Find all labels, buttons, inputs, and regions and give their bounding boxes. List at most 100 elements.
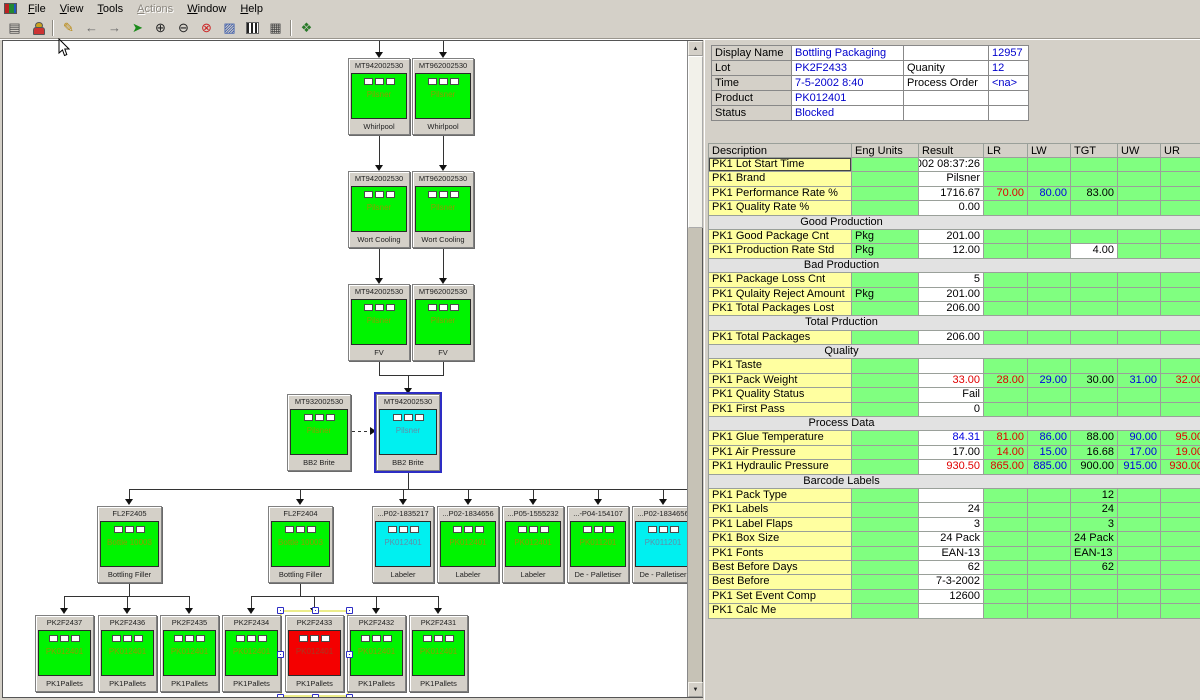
cell-lr[interactable]: [984, 331, 1028, 345]
cell-description[interactable]: PK1 Brand: [708, 172, 852, 186]
node-labeler-1[interactable]: ...P02-1835217PK012401Labeler: [372, 506, 434, 583]
selection-handle[interactable]: [277, 607, 284, 614]
cell-lw[interactable]: [1028, 503, 1071, 517]
cell-eng-units[interactable]: [852, 158, 919, 172]
node-bb2-brite-2[interactable]: MT942002530PilsnerBB2 Brite: [376, 394, 440, 471]
cell-eng-units[interactable]: Pkg: [852, 230, 919, 244]
cell-uw[interactable]: [1118, 503, 1161, 517]
cell-ur[interactable]: [1161, 388, 1200, 402]
cell-description[interactable]: PK1 Taste: [708, 359, 852, 373]
menu-view[interactable]: View: [53, 2, 91, 16]
cell-lr[interactable]: 14.00: [984, 446, 1028, 460]
cell-eng-units[interactable]: [852, 273, 919, 287]
cell-lw[interactable]: [1028, 273, 1071, 287]
node-pallet-pk2f2437[interactable]: PK2F2437PK012401PK1Pallets: [35, 615, 94, 692]
cell-result[interactable]: 24: [919, 503, 984, 517]
cell-eng-units[interactable]: [852, 201, 919, 215]
node-pallet-pk2f2436[interactable]: PK2F2436PK012401PK1Pallets: [98, 615, 157, 692]
cell-lw[interactable]: [1028, 359, 1071, 373]
node-labeler-3[interactable]: ...P05-1555232PK012401Labeler: [502, 506, 564, 583]
cell-lr[interactable]: [984, 302, 1028, 316]
cell-uw[interactable]: [1118, 403, 1161, 417]
cell-result[interactable]: 0: [919, 403, 984, 417]
cell-uw[interactable]: [1118, 244, 1161, 258]
cell-uw[interactable]: [1118, 532, 1161, 546]
node-bottling-filler-1[interactable]: FL2F2405Bottle 10003Bottling Filler: [97, 506, 162, 583]
cell-description[interactable]: PK1 Qulaity Reject Amount: [708, 288, 852, 302]
cell-tgt[interactable]: [1071, 201, 1118, 215]
cell-result[interactable]: Fail: [919, 388, 984, 402]
cell-ur[interactable]: [1161, 158, 1200, 172]
cell-result[interactable]: 0.00: [919, 201, 984, 215]
cell-eng-units[interactable]: [852, 403, 919, 417]
node-wort-cooling-1[interactable]: MT942002530PilsnerWort Cooling: [348, 171, 410, 248]
cell-ur[interactable]: [1161, 590, 1200, 604]
cell-eng-units[interactable]: [852, 575, 919, 589]
selection-handle[interactable]: [312, 694, 319, 697]
cell-eng-units[interactable]: [852, 374, 919, 388]
cell-eng-units[interactable]: [852, 561, 919, 575]
cell-tgt[interactable]: 16.68: [1071, 446, 1118, 460]
cell-description[interactable]: PK1 Hydraulic Pressure: [708, 460, 852, 474]
cell-lr[interactable]: 28.00: [984, 374, 1028, 388]
cell-lr[interactable]: 865.00: [984, 460, 1028, 474]
cell-tgt[interactable]: 4.00: [1071, 244, 1118, 258]
cell-eng-units[interactable]: [852, 604, 919, 618]
cell-lr[interactable]: [984, 590, 1028, 604]
cell-tgt[interactable]: [1071, 288, 1118, 302]
cell-lw[interactable]: [1028, 201, 1071, 215]
cell-uw[interactable]: [1118, 172, 1161, 186]
selection-handle[interactable]: [312, 607, 319, 614]
cell-eng-units[interactable]: [852, 518, 919, 532]
cell-eng-units[interactable]: Pkg: [852, 288, 919, 302]
cell-ur[interactable]: [1161, 503, 1200, 517]
cell-result[interactable]: 201.00: [919, 230, 984, 244]
cell-tgt[interactable]: [1071, 273, 1118, 287]
cell-tgt[interactable]: [1071, 230, 1118, 244]
cell-eng-units[interactable]: [852, 302, 919, 316]
scroll-down-icon[interactable]: ▼: [688, 682, 703, 697]
cell-eng-units[interactable]: [852, 431, 919, 445]
cell-ur[interactable]: 95.00: [1161, 431, 1200, 445]
cell-result[interactable]: 12600: [919, 590, 984, 604]
cell-description[interactable]: PK1 Labels: [708, 503, 852, 517]
cell-uw[interactable]: [1118, 604, 1161, 618]
trend-icon[interactable]: ▨: [218, 18, 241, 37]
cell-ur[interactable]: [1161, 403, 1200, 417]
cell-result[interactable]: 12.00: [919, 244, 984, 258]
cell-uw[interactable]: [1118, 230, 1161, 244]
cell-lw[interactable]: 885.00: [1028, 460, 1071, 474]
back-arrow-icon[interactable]: ←: [80, 18, 103, 37]
cell-eng-units[interactable]: [852, 446, 919, 460]
cell-lr[interactable]: [984, 561, 1028, 575]
node-pallet-pk2f2433[interactable]: PK2F2433PK012401PK1Pallets: [285, 615, 344, 692]
cell-ur[interactable]: [1161, 230, 1200, 244]
cell-lr[interactable]: [984, 388, 1028, 402]
cell-uw[interactable]: [1118, 158, 1161, 172]
cell-lw[interactable]: [1028, 561, 1071, 575]
cell-description[interactable]: PK1 Pack Weight: [708, 374, 852, 388]
selection-handle[interactable]: [277, 694, 284, 697]
cell-ur[interactable]: [1161, 532, 1200, 546]
cell-description[interactable]: Best Before: [708, 575, 852, 589]
cell-lw[interactable]: [1028, 172, 1071, 186]
edit-pencil-icon[interactable]: ✎: [57, 18, 80, 37]
cell-lr[interactable]: [984, 532, 1028, 546]
cell-uw[interactable]: [1118, 288, 1161, 302]
cell-lw[interactable]: [1028, 532, 1071, 546]
barcode-icon[interactable]: [241, 18, 264, 37]
selection-handle[interactable]: [346, 694, 353, 697]
zoom-out-icon[interactable]: ⊖: [172, 18, 195, 37]
cell-result[interactable]: 17.00: [919, 446, 984, 460]
cell-result[interactable]: 5: [919, 273, 984, 287]
node-de-palletiser-2[interactable]: ...P02-1834656PK011201De - Palletiser: [632, 506, 687, 583]
cell-lw[interactable]: [1028, 403, 1071, 417]
cell-tgt[interactable]: [1071, 172, 1118, 186]
cell-uw[interactable]: [1118, 302, 1161, 316]
node-pallet-pk2f2434[interactable]: PK2F2434PK012401PK1Pallets: [222, 615, 281, 692]
cell-result[interactable]: 62: [919, 561, 984, 575]
cell-result[interactable]: 201.00: [919, 288, 984, 302]
cell-result[interactable]: 7-3-2002: [919, 575, 984, 589]
cell-lw[interactable]: 29.00: [1028, 374, 1071, 388]
cell-tgt[interactable]: 12: [1071, 489, 1118, 503]
